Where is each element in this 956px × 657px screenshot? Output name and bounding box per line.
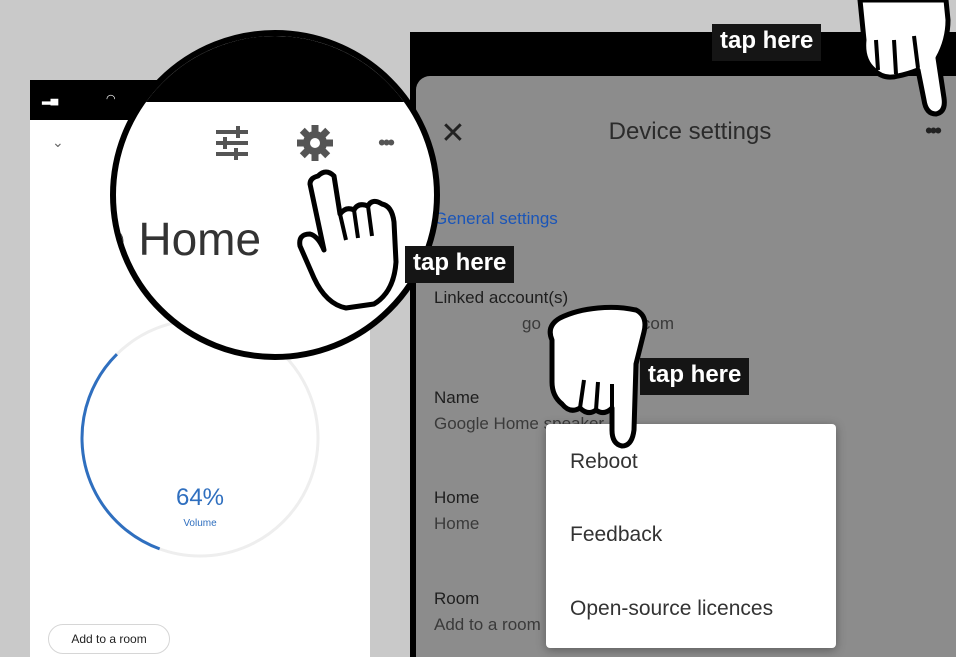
page-title: Device settings [608,118,772,145]
zoom-status-bar [116,36,434,102]
add-to-room-button[interactable]: Add to a room [48,624,170,654]
equalizer-icon[interactable] [214,126,250,160]
room-label[interactable]: Room [434,589,479,609]
linked-accounts-value-start: go [522,314,541,333]
linked-accounts-value-end: mail.com [606,314,675,333]
home-value: Home [434,514,480,533]
gear-icon[interactable] [296,124,334,162]
volume-percent: 64% [175,484,225,511]
signal-icon: ▂▄ [42,93,59,105]
name-label[interactable]: Name [434,388,479,408]
tap-here-callout-middle-left: tap here [405,246,515,283]
volume-label: Volume [183,518,217,529]
menu-item-reboot[interactable]: Reboot [570,450,638,474]
close-button[interactable]: ✕ [437,114,469,154]
more-dots-icon[interactable]: ••• [378,130,395,156]
zoom-magnifier: ••• e Home ker [110,30,440,360]
section-header: General settings [434,209,558,228]
zoom-device-title-line2: ker [116,289,158,341]
tap-here-callout-middle-right: tap here [640,358,750,395]
linked-accounts-label[interactable]: Linked account(s) [434,288,568,308]
more-dots-icon: ••• [924,118,942,143]
tap-here-callout-top: tap here [712,24,822,61]
menu-item-feedback[interactable]: Feedback [570,523,662,547]
menu-item-open-source-licences[interactable]: Open-source licences [570,597,773,621]
wifi-icon: ◠ [106,93,116,105]
close-icon: ✕ [440,117,466,150]
more-options-button[interactable]: ••• [912,116,952,146]
overflow-menu: Reboot Feedback Open-source licences [546,424,836,648]
room-value: Add to a room [434,615,541,634]
collapse-chevron-icon[interactable]: ⌄ [52,134,64,151]
home-label[interactable]: Home [434,488,479,508]
zoom-device-title-line1: e Home [110,213,262,265]
